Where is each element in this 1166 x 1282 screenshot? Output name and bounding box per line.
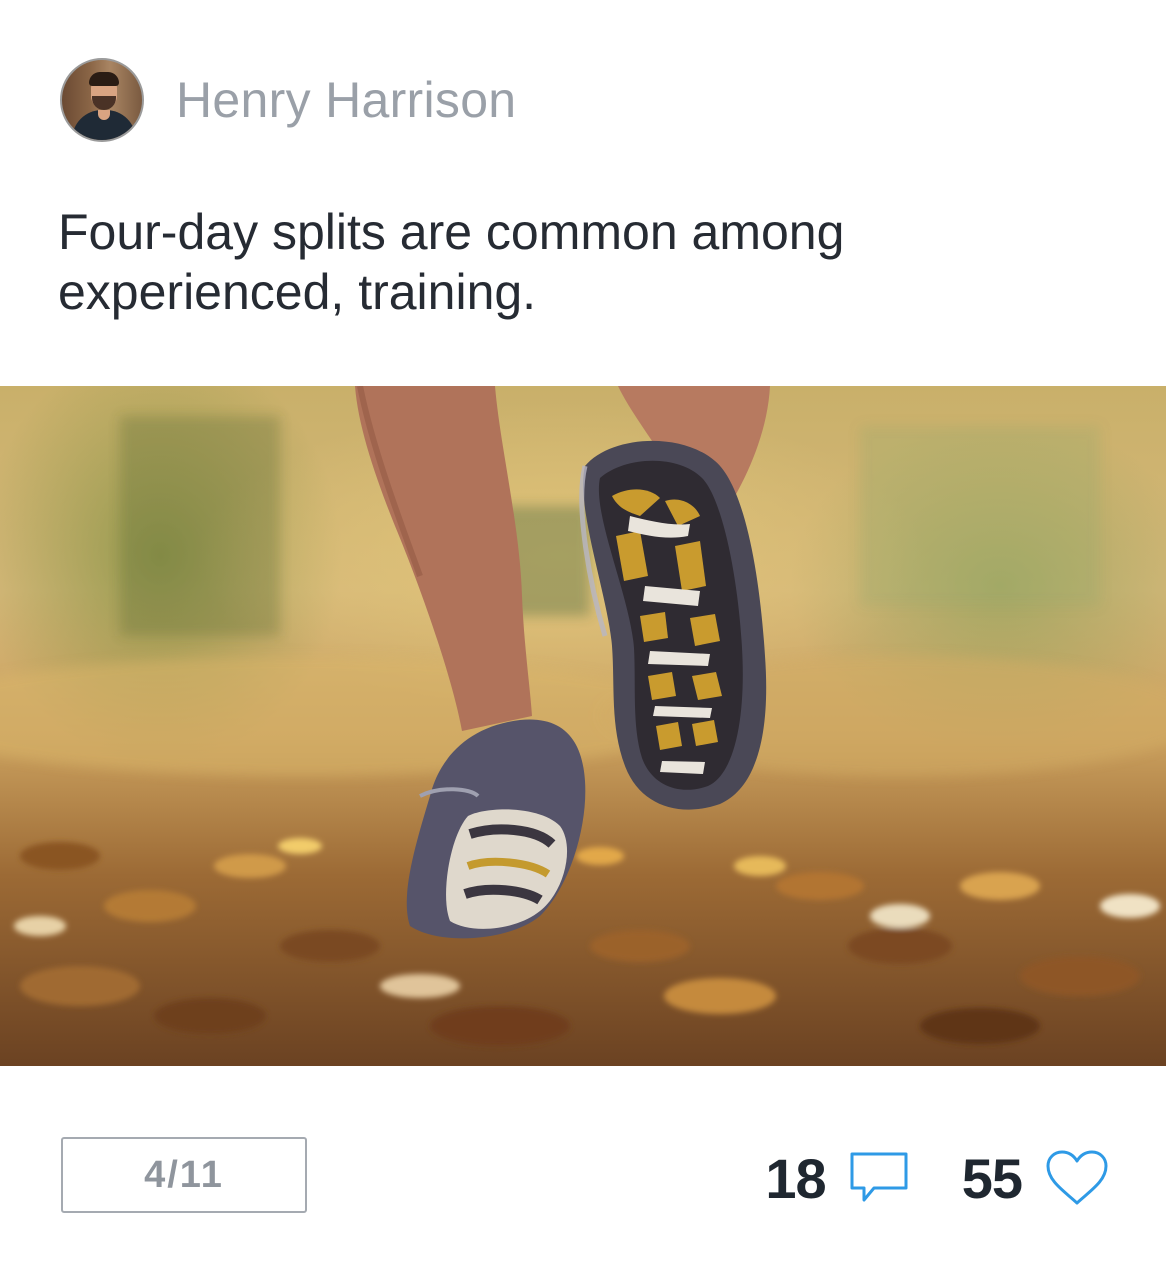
heart-icon[interactable]: [1044, 1149, 1110, 1207]
avatar-beard: [92, 96, 116, 110]
runner-figure: [355, 386, 770, 939]
page-indicator[interactable]: 4/11: [61, 1137, 307, 1213]
avatar[interactable]: [60, 58, 144, 142]
author-name[interactable]: Henry Harrison: [176, 71, 516, 129]
speech-bubble-icon[interactable]: [848, 1150, 910, 1206]
post-header: Henry Harrison: [60, 56, 516, 144]
comments-count: 18: [765, 1146, 826, 1210]
avatar-hair: [89, 72, 119, 86]
post-stats: 18 55: [765, 1140, 1110, 1216]
post-image[interactable]: [0, 386, 1166, 1066]
likes-stat[interactable]: 55: [962, 1146, 1110, 1211]
comments-stat[interactable]: 18: [765, 1146, 909, 1211]
likes-count: 55: [961, 1146, 1023, 1210]
post-caption: Four-day splits are common among experie…: [58, 204, 845, 320]
